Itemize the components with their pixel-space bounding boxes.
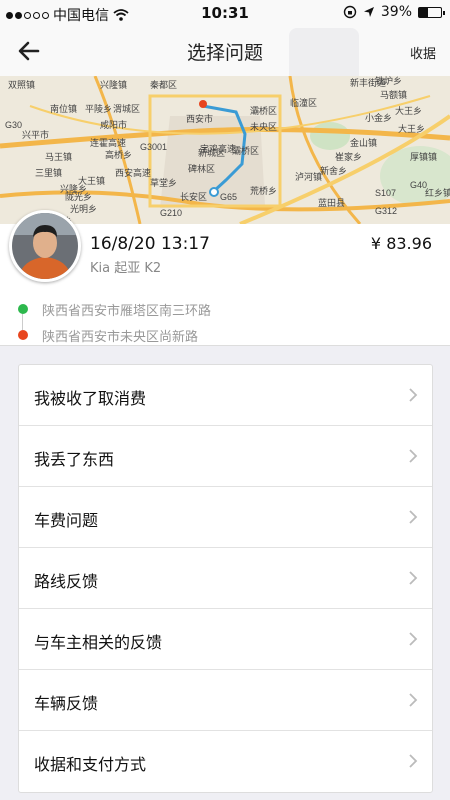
chevron-right-icon: [409, 571, 418, 585]
chevron-right-icon: [409, 449, 418, 463]
issue-label: 车辆反馈: [34, 694, 99, 713]
map-label: 大王乡: [398, 123, 425, 134]
map-label: 南位镇: [50, 103, 77, 114]
issue-item-route[interactable]: 路线反馈: [19, 548, 432, 609]
driver-avatar: [9, 210, 81, 282]
battery-icon: [418, 6, 445, 18]
map-label: 三里镇: [35, 167, 62, 178]
map-label: 连霍高速: [90, 137, 126, 148]
issue-label: 我丢了东西: [34, 450, 115, 469]
route-map[interactable]: 双照镇 兴隆镇 秦都区 渭城区 西安市 临潼区 新丰街道 马额镇 咸阳市 灞桥区 铁炉乡 小金乡 平陵乡…: [0, 76, 450, 224]
pickup-dot-icon: [18, 304, 28, 314]
issue-label: 路线反馈: [34, 572, 99, 591]
map-label: 厚镇镇: [410, 151, 437, 162]
map-label: G3001: [140, 142, 167, 152]
map-label: 新舍乡: [320, 165, 347, 176]
map-label: 秦都区: [150, 79, 177, 90]
map-label: 马额镇: [380, 89, 407, 100]
map-label: 西安高速: [115, 167, 151, 178]
chevron-right-icon: [409, 693, 418, 707]
rotation-lock-icon: [343, 5, 357, 19]
issue-label: 我被收了取消费: [34, 389, 147, 408]
map-label: 高桥乡: [105, 149, 132, 160]
map-label: 咸阳市: [100, 119, 127, 130]
trip-summary-card: 16/8/20 13:17 Kia 起亚 K2 ¥ 83.96 陕西省西安市雁塔…: [0, 210, 450, 348]
chevron-right-icon: [409, 510, 418, 524]
dropoff-row: 陕西省西安市未央区尚新路: [16, 322, 211, 348]
map-label: 未央区: [250, 121, 277, 132]
receipt-button[interactable]: 收据: [410, 43, 436, 62]
map-label: 马王镇: [45, 151, 72, 162]
map-label: 泸河镇: [295, 171, 322, 182]
dropoff-address: 陕西省西安市未央区尚新路: [42, 329, 199, 345]
map-label: 渭城区: [113, 104, 140, 114]
map-label: 平陵乡: [85, 104, 112, 114]
nav-bar: 选择问题 收据: [0, 26, 450, 98]
map-label: 大王乡: [395, 105, 422, 116]
location-arrow-icon: [363, 7, 374, 17]
map-graphic: 双照镇 兴隆镇 秦都区渭城区西安市临潼区新丰街道马额镇咸阳市灞桥区铁炉乡小金乡平陵乡…: [0, 76, 450, 224]
map-label: G30: [5, 120, 22, 130]
issue-item-driver[interactable]: 与车主相关的反馈: [19, 609, 432, 670]
issue-item-lost-item[interactable]: 我丢了东西: [19, 426, 432, 487]
map-label: 荒桥乡: [250, 185, 277, 196]
trip-datetime: 16/8/20 13:17: [90, 234, 210, 254]
map-label: 小金乡: [365, 112, 392, 123]
page-title: 选择问题: [186, 42, 263, 64]
map-label: 灞桥区: [232, 145, 259, 156]
issue-label: 收据和支付方式: [34, 755, 147, 774]
map-label: G312: [375, 206, 397, 216]
issue-list: 我被收了取消费 我丢了东西 车费问题 路线反馈 与车主相关的反馈 车辆反馈 收据…: [18, 364, 433, 793]
map-label: 蓝田县: [318, 197, 345, 208]
chevron-right-icon: [409, 632, 418, 646]
map-label: 草堂乡: [150, 177, 177, 188]
issue-item-vehicle[interactable]: 车辆反馈: [19, 670, 432, 731]
map-label: 兴隆乡: [60, 183, 87, 194]
map-label: 灞桥区: [250, 105, 277, 116]
map-label: 兴隆镇: [100, 79, 127, 90]
issue-label: 车费问题: [34, 511, 99, 530]
map-label: 临潼区: [290, 97, 317, 108]
pickup-address: 陕西省西安市雁塔区南三环路: [42, 303, 212, 319]
map-label: 金山镇: [350, 137, 377, 148]
pickup-row: 陕西省西安市雁塔区南三环路: [16, 296, 211, 322]
map-label: 崔家乡: [335, 151, 362, 162]
dropoff-dot-icon: [18, 330, 28, 340]
map-label: 新城区: [198, 147, 225, 158]
battery-percent: 39%: [380, 4, 412, 20]
chevron-right-icon: [409, 388, 418, 402]
map-label: G65: [220, 192, 237, 202]
issue-item-fare[interactable]: 车费问题: [19, 487, 432, 548]
map-label: 铁炉乡: [375, 76, 402, 86]
issue-item-cancel-fee[interactable]: 我被收了取消费: [19, 365, 432, 426]
issue-item-receipt-payment[interactable]: 收据和支付方式: [19, 731, 432, 792]
route-addresses: 陕西省西安市雁塔区南三环路 陕西省西安市未央区尚新路: [16, 296, 211, 348]
map-label: 兴平市: [22, 129, 49, 140]
map-label: 光明乡: [70, 203, 97, 214]
map-label: S107: [375, 188, 396, 198]
status-bar: 中国电信 10:31 39%: [0, 0, 450, 26]
map-label: 碑林区: [188, 163, 215, 174]
issue-label: 与车主相关的反馈: [34, 633, 163, 652]
chevron-right-icon: [409, 754, 418, 768]
map-label: 红乡镇: [425, 187, 450, 198]
map-label: 西安市: [186, 113, 213, 124]
map-label: 长安区: [180, 191, 207, 202]
vehicle-model: Kia 起亚 K2: [90, 261, 162, 276]
map-label: G210: [160, 208, 182, 218]
trip-price: ¥ 83.96: [370, 234, 432, 253]
map-label: 双照镇: [8, 79, 35, 90]
